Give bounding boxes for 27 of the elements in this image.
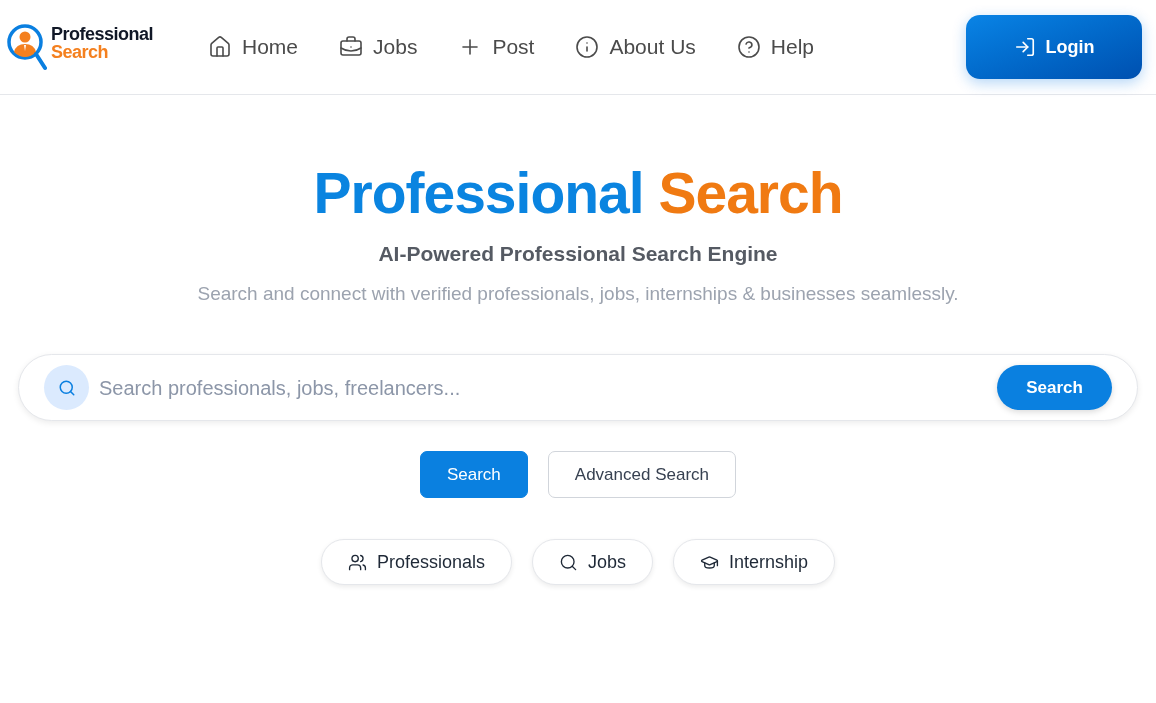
- search-icon: [559, 552, 578, 572]
- logo-text: Search: [51, 43, 110, 61]
- logo-text: Professional: [51, 25, 154, 43]
- search-button[interactable]: Search: [997, 365, 1112, 410]
- category-chip[interactable]: Jobs: [532, 539, 653, 585]
- hero-description: Search and connect with verified professionals, jobs, internships & businesses seamlessly.: [197, 281, 959, 306]
- hero-subtitle: AI-Powered Professional Search Engine: [378, 241, 778, 267]
- category-chip[interactable]: Professionals: [320, 539, 512, 585]
- nav-link[interactable]: Help: [736, 31, 814, 63]
- advanced-search-button[interactable]: Advanced Search: [547, 451, 737, 498]
- login-button[interactable]: Login: [966, 15, 1142, 79]
- hero-title: Professional Search: [313, 160, 843, 227]
- house-icon: [208, 35, 232, 59]
- people-icon: [347, 552, 367, 572]
- category-chip[interactable]: Internship: [673, 539, 836, 585]
- help-icon: [736, 35, 761, 59]
- nav-link[interactable]: Home: [208, 31, 299, 63]
- login-icon: [1013, 36, 1036, 58]
- info-icon: [575, 35, 600, 59]
- search-field[interactable]: Search professionals, jobs, freelancers... Search: [18, 354, 1138, 421]
- search-button[interactable]: Search: [419, 451, 528, 498]
- logo-icon: [7, 23, 47, 71]
- nav-link[interactable]: About Us: [575, 31, 696, 63]
- nav-link[interactable]: Post: [458, 31, 535, 63]
- nav-link[interactable]: Jobs: [339, 31, 418, 63]
- briefcase-icon: [339, 35, 364, 59]
- search-icon: [44, 365, 89, 410]
